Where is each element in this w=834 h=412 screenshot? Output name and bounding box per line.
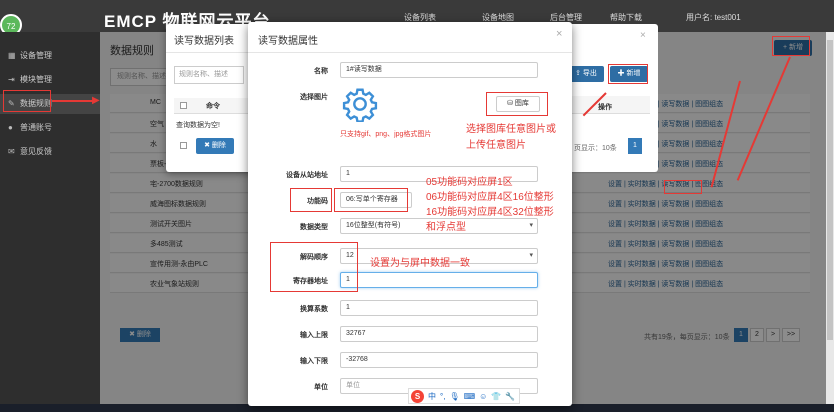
annotation-func-4: 和浮点型 xyxy=(426,222,466,233)
sidebar-item-devices[interactable]: ▦ 设备管理 xyxy=(0,46,100,66)
ops-column-header: 操作 xyxy=(598,104,612,111)
arrowhead-icon: ▶ xyxy=(92,95,100,106)
chevron-down-icon: ▾ xyxy=(529,252,533,259)
row-checkbox[interactable] xyxy=(180,142,187,149)
select-all-checkbox[interactable] xyxy=(180,102,187,109)
highlight-sidebar-data-rules xyxy=(3,90,51,112)
highlight-add-button xyxy=(772,36,810,56)
column-command: 命令 xyxy=(206,103,220,110)
lower-limit-label: 输入下限 xyxy=(300,358,328,365)
close-icon[interactable]: × xyxy=(640,30,646,41)
station-address-label: 设备从站地址 xyxy=(286,172,328,179)
modal-title: 读写数据属性 xyxy=(258,36,318,47)
data-type-label: 数据类型 xyxy=(300,224,328,231)
user-icon[interactable]: ☺ xyxy=(479,392,487,401)
ratio-label: 换算系数 xyxy=(300,306,328,313)
close-icon[interactable]: × xyxy=(556,28,562,40)
list-search-input[interactable]: 规则名称、描述 xyxy=(174,66,244,84)
highlight-function-code-label xyxy=(290,188,332,212)
ratio-input[interactable]: 1 xyxy=(340,300,538,316)
empty-message: 查询数据为空! xyxy=(176,122,220,129)
annotation-func-3: 16功能码对应屏4区32位整形 xyxy=(426,207,554,218)
highlight-list-add-button xyxy=(608,64,648,84)
arrow-sidebar xyxy=(52,100,96,102)
upper-limit-input[interactable]: 32767 xyxy=(340,326,538,342)
punctuation-icon[interactable]: °, xyxy=(440,392,445,401)
chat-icon: ✉ xyxy=(8,147,15,156)
image-label: 选择图片 xyxy=(300,94,328,101)
export-icon: ⇪ xyxy=(575,70,583,77)
name-input[interactable]: 1#读写数据 xyxy=(340,62,538,78)
divider xyxy=(248,52,572,53)
highlight-library-button xyxy=(486,92,548,116)
highlight-decode-register xyxy=(270,242,358,292)
keyboard-icon[interactable]: ⌨ xyxy=(464,392,476,401)
skin-icon[interactable]: 👕 xyxy=(491,392,501,401)
list-pager-info: 页显示：10条 xyxy=(574,145,617,152)
sidebar-item-modules[interactable]: ⇥ 模块管理 xyxy=(0,70,100,90)
annotation-image-1: 选择图库任意图片或 xyxy=(466,124,556,135)
annotation-func-2: 06功能码对应屏4区16位整形 xyxy=(426,192,554,203)
export-button[interactable]: ⇪ 导出 xyxy=(568,66,604,82)
ime-toolbar[interactable]: S 中 °, 🎙 ⌨ ☺ 👕 🔧 xyxy=(408,388,520,404)
list-modal-title: 读写数据列表 xyxy=(174,36,234,47)
user-name[interactable]: 用户名: test001 xyxy=(686,12,741,23)
scrollbar-thumb[interactable] xyxy=(827,40,833,340)
sidebar-item-feedback[interactable]: ✉ 意见反馈 xyxy=(0,142,100,162)
grid-icon: ▦ xyxy=(8,51,16,60)
annotation-image-2: 上传任意图片 xyxy=(466,140,526,151)
image-format-hint: 只支持gif、png、jpg格式图片 xyxy=(340,131,432,138)
sidebar: ▦ 设备管理 ⇥ 模块管理 ✎ 数据规则 ● 普通账号 ✉ 意见反馈 xyxy=(0,32,100,406)
sidebar-item-accounts[interactable]: ● 普通账号 xyxy=(0,118,100,138)
user-icon: ● xyxy=(8,123,13,132)
name-label: 名称 xyxy=(314,68,328,75)
highlight-function-code-select xyxy=(334,188,408,212)
close-icon: ✖ xyxy=(204,142,212,149)
login-icon: ⇥ xyxy=(8,75,15,84)
upper-limit-label: 输入上限 xyxy=(300,332,328,339)
ime-mode-label[interactable]: 中 xyxy=(428,391,436,402)
chevron-down-icon: ▾ xyxy=(529,222,533,229)
wrench-icon[interactable]: 🔧 xyxy=(505,392,515,401)
microphone-icon[interactable]: 🎙 xyxy=(449,392,459,401)
gear-icon[interactable] xyxy=(342,86,378,122)
nav-help-download[interactable]: 帮助下载 xyxy=(610,12,642,23)
annotation-register: 设置为与屏中数据一致 xyxy=(370,258,470,269)
annotation-func-1: 05功能码对应屏1区 xyxy=(426,177,513,188)
list-page-1-button[interactable]: 1 xyxy=(628,138,642,154)
register-address-input[interactable]: 1 xyxy=(340,272,538,288)
unit-label: 单位 xyxy=(314,384,328,391)
ime-logo-icon: S xyxy=(411,389,424,403)
lower-limit-input[interactable]: -32768 xyxy=(340,352,538,368)
highlight-rw-data-link xyxy=(664,180,702,194)
list-delete-button[interactable]: ✖ 删除 xyxy=(196,138,234,154)
